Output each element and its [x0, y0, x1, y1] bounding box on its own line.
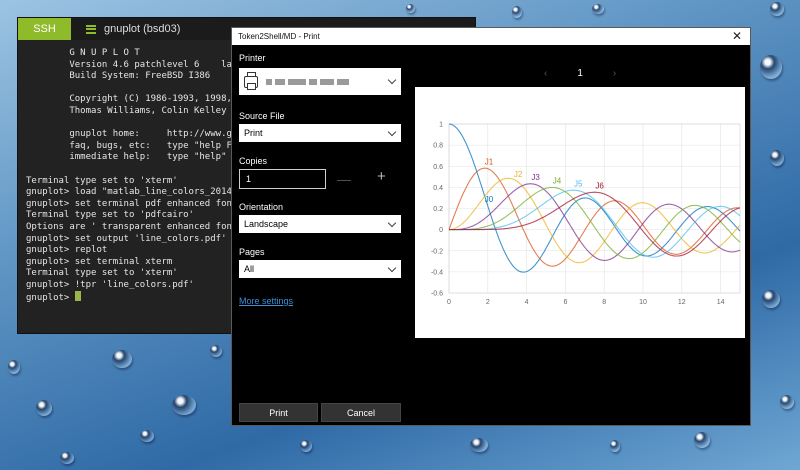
x-tick-label: 14 [717, 299, 725, 306]
chevron-down-icon [387, 263, 397, 273]
print-button[interactable]: Print [239, 403, 318, 422]
terminal-tab-title[interactable]: gnuplot (bsd03) [104, 23, 180, 35]
water-drop [470, 438, 488, 452]
water-drop [512, 6, 522, 18]
chevron-down-icon [387, 218, 397, 228]
water-drop [770, 2, 784, 16]
series-label-j3: J3 [531, 173, 540, 182]
water-drop [210, 345, 222, 357]
y-tick-label: 0.6 [433, 164, 443, 171]
water-drop [406, 4, 415, 13]
close-icon[interactable]: ✕ [732, 28, 742, 45]
water-drop [762, 290, 780, 308]
x-tick-label: 10 [639, 299, 647, 306]
printer-label: Printer [239, 53, 266, 63]
print-preview: 0 2 4 6 8 10 12 14 1 0.8 0.6 0.4 0.2 0 -0.2 -0.4 -0.6 J0 J… [415, 87, 745, 338]
y-tick-label: -0.2 [431, 248, 443, 255]
source-file-label: Source File [239, 111, 285, 121]
pages-label: Pages [239, 247, 265, 257]
y-tick-label: -0.4 [431, 269, 443, 276]
more-settings-link[interactable]: More settings [239, 296, 293, 306]
x-tick-label: 2 [486, 299, 490, 306]
y-tick-label: -0.6 [431, 291, 443, 298]
x-tick-label: 6 [563, 299, 567, 306]
water-drop [8, 360, 20, 374]
series-label-j0: J0 [485, 195, 494, 204]
next-page-button[interactable]: › [613, 68, 616, 79]
water-drop [694, 432, 710, 448]
series-label-j4: J4 [553, 177, 562, 186]
pages-select[interactable]: All [239, 260, 401, 278]
pages-value: All [244, 264, 255, 274]
water-drop [60, 452, 74, 464]
bessel-chart: 0 2 4 6 8 10 12 14 1 0.8 0.6 0.4 0.2 0 -0.2 -0.4 -0.6 J0 J… [431, 122, 741, 306]
copies-label: Copies [239, 156, 268, 166]
cancel-button[interactable]: Cancel [321, 403, 401, 422]
chevron-down-icon [387, 127, 397, 137]
tab-ssh[interactable]: SSH [18, 18, 71, 40]
series-label-j5: J5 [574, 179, 583, 188]
y-tick-label: 0.4 [433, 185, 443, 192]
water-drop [140, 430, 154, 442]
previous-page-button[interactable]: ‹ [544, 68, 547, 79]
x-tick-label: 0 [447, 299, 451, 306]
x-tick-label: 4 [525, 299, 529, 306]
x-tick-label: 12 [678, 299, 686, 306]
print-dialog: Token2Shell/MD - Print ✕ Printer Source … [231, 27, 751, 426]
printer-select[interactable] [239, 68, 401, 95]
water-drop [592, 4, 604, 14]
orientation-value: Landscape [244, 219, 289, 229]
water-drop [610, 440, 620, 452]
chevron-down-icon [387, 75, 397, 85]
hamburger-icon[interactable] [86, 24, 96, 34]
water-drop [172, 395, 196, 415]
orientation-select[interactable]: Landscape [239, 215, 401, 233]
water-drop [300, 440, 312, 452]
copies-value: 1 [246, 174, 252, 184]
decrement-button[interactable]: — [337, 172, 351, 186]
y-tick-label: 1 [439, 122, 443, 129]
dialog-title: Token2Shell/MD - Print [238, 32, 320, 41]
dialog-titlebar: Token2Shell/MD - Print ✕ [232, 28, 750, 45]
water-drop [36, 400, 52, 416]
x-tick-label: 8 [602, 299, 606, 306]
y-tick-label: 0 [439, 227, 443, 234]
source-file-select[interactable]: Print [239, 124, 401, 142]
orientation-label: Orientation [239, 202, 284, 212]
increment-button[interactable]: + [377, 169, 386, 184]
water-drop [112, 350, 132, 368]
series-label-j2: J2 [514, 170, 523, 179]
terminal-cursor [74, 291, 81, 302]
page-number: 1 [577, 68, 583, 79]
source-file-value: Print [244, 128, 263, 138]
water-drop [780, 395, 794, 409]
water-drop [760, 55, 782, 79]
series-label-j6: J6 [595, 181, 604, 190]
water-drop [770, 150, 784, 166]
printer-name-redacted [266, 77, 352, 87]
copies-input[interactable]: 1 [239, 169, 326, 189]
y-tick-label: 0.8 [433, 143, 443, 150]
series-label-j1: J1 [485, 158, 494, 167]
page-navigator: ‹ 1 › [544, 68, 616, 79]
printer-icon [244, 71, 258, 90]
y-tick-label: 0.2 [433, 206, 443, 213]
